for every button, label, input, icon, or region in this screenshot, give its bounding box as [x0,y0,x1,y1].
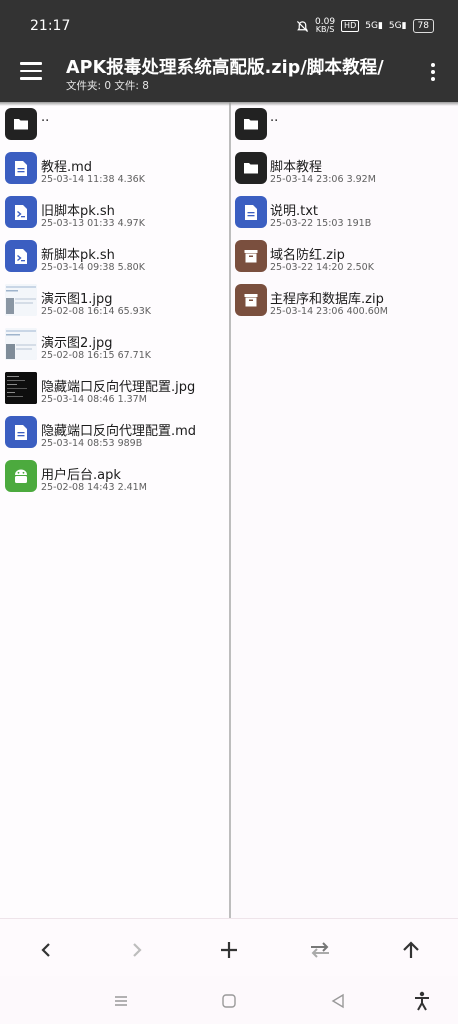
terminal-icon [5,196,37,228]
file-meta: 25-03-22 15:03 191B [270,218,372,229]
back-icon [41,943,50,957]
page-subtitle: 文件夹: 0 文件: 8 [66,80,149,92]
swap-panes-button[interactable] [307,937,333,963]
image-thumbnail [5,284,37,316]
file-meta: 25-03-14 23:06 400.60M [270,306,388,317]
file-meta: 25-02-08 14:43 2.41M [41,482,147,493]
more-vert-icon [431,63,435,67]
system-back-button[interactable] [327,990,349,1012]
accessibility-icon [415,991,429,1011]
file-row[interactable]: 新脚本pk.sh 25-03-14 09:38 5.80K [0,234,229,278]
forward-icon [133,943,142,957]
menu-button[interactable] [20,62,42,80]
bottom-toolbar [0,918,458,977]
back-button[interactable] [33,937,59,963]
file-row[interactable]: 隐藏端口反向代理配置.jpg 25-03-14 08:46 1.37M [0,366,229,410]
folder-row[interactable]: 脚本教程 25-03-14 23:06 3.92M [231,146,458,190]
accessibility-button[interactable] [411,990,433,1012]
up-icon [403,941,419,958]
image-thumbnail [5,328,37,360]
folder-icon [235,152,267,184]
add-button[interactable] [216,937,242,963]
file-row[interactable]: 说明.txt 25-03-22 15:03 191B [231,190,458,234]
document-icon [5,152,37,184]
folder-icon [235,108,267,140]
file-row[interactable]: 隐藏端口反向代理配置.md 25-03-14 08:53 989B [0,410,229,454]
file-name: 用户后台.apk [41,468,121,483]
battery-indicator: 78 [412,19,434,33]
file-name: 新脚本pk.sh [41,248,115,263]
file-name: 演示图1.jpg [41,292,113,307]
file-meta: 25-02-08 16:15 67.71K [41,350,151,361]
file-row[interactable]: 演示图2.jpg 25-02-08 16:15 67.71K [0,322,229,366]
file-row[interactable]: 教程.md 25-03-14 11:38 4.36K [0,146,229,190]
file-name: 隐藏端口反向代理配置.jpg [41,380,196,395]
terminal-icon [5,240,37,272]
file-meta: 25-03-14 08:53 989B [41,438,143,449]
page-title: APK报毒处理系统高配版.zip/脚本教程/ [66,58,384,78]
more-options-button[interactable] [430,63,436,83]
file-name: 教程.md [41,160,93,175]
header-shadow [0,102,458,106]
file-name: 域名防红.zip [270,248,345,263]
file-meta: 25-03-14 11:38 4.36K [41,174,145,185]
android-icon [5,460,37,492]
file-meta: 25-03-14 08:46 1.37M [41,394,147,405]
status-bar: 21:17 0.09 KB/S HD 5G▮ 5G▮ 78 [0,0,458,50]
menu-icon [20,62,42,65]
home-button[interactable] [218,990,240,1012]
back-triangle-icon [331,993,344,1009]
file-row[interactable]: 演示图1.jpg 25-02-08 16:14 65.93K [0,278,229,322]
document-icon [5,416,37,448]
file-meta: 25-03-22 14:20 2.50K [270,262,374,273]
document-icon [235,196,267,228]
file-meta: 25-03-14 09:38 5.80K [41,262,145,273]
signal-icon-1: 5G▮ [365,21,383,31]
image-thumbnail [5,372,37,404]
file-name: 旧脚本pk.sh [41,204,115,219]
file-name: 脚本教程 [270,160,323,175]
folder-icon [5,108,37,140]
add-icon [221,942,237,958]
file-name: 隐藏端口反向代理配置.md [41,424,197,439]
file-name: 主程序和数据库.zip [270,292,384,307]
file-name: 演示图2.jpg [41,336,113,351]
file-meta: 25-03-13 01:33 4.97K [41,218,145,229]
left-pane: .. 教程.md 25-03-14 11:38 4.36K 旧脚本pk.sh 2… [0,102,229,918]
net-speed: 0.09 KB/S [315,17,336,34]
signal-icon-2: 5G▮ [388,21,407,31]
file-row[interactable]: 域名防红.zip 25-03-22 14:20 2.50K [231,234,458,278]
archive-icon [235,240,267,272]
status-time: 21:17 [30,18,71,34]
app-header: 21:17 0.09 KB/S HD 5G▮ 5G▮ 78 APK报毒处理系统高… [0,0,458,102]
forward-button[interactable] [124,937,150,963]
file-row[interactable]: 用户后台.apk 25-02-08 14:43 2.41M [0,454,229,498]
recents-button[interactable] [110,990,132,1012]
parent-dir-label: .. [270,110,279,125]
parent-dir-label: .. [41,110,50,125]
home-icon [222,994,236,1008]
parent-directory-button[interactable] [398,937,424,963]
file-meta: 25-02-08 16:14 65.93K [41,306,151,317]
mute-icon [296,20,309,32]
right-pane: .. 脚本教程 25-03-14 23:06 3.92M 说明.txt 25-0… [231,102,458,918]
status-icons: 0.09 KB/S HD 5G▮ 5G▮ 78 [296,18,434,34]
file-row[interactable]: 旧脚本pk.sh 25-03-13 01:33 4.97K [0,190,229,234]
file-name: 说明.txt [270,204,319,219]
system-nav-bar [0,976,458,1024]
hd-badge: HD [341,20,360,32]
recents-icon [115,996,127,1006]
file-meta: 25-03-14 23:06 3.92M [270,174,376,185]
swap-icon [311,942,329,958]
parent-dir-row[interactable]: .. [0,102,229,146]
archive-icon [235,284,267,316]
parent-dir-row[interactable]: .. [231,102,458,146]
file-row[interactable]: 主程序和数据库.zip 25-03-14 23:06 400.60M [231,278,458,322]
